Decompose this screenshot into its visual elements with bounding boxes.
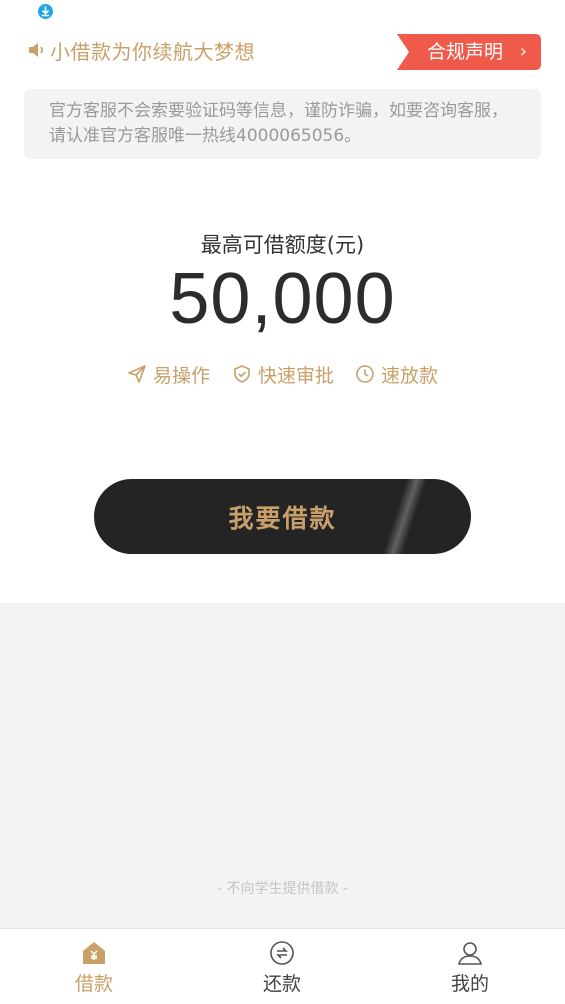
announcement-text: 小借款为你续航大梦想: [50, 40, 255, 64]
clock-icon: [356, 365, 374, 383]
notice-text: 官方客服不会索要验证码等信息，谨防诈骗，如要咨询客服，请认准官方客服唯一热线40…: [49, 101, 508, 146]
compliance-label: 合规声明: [427, 41, 504, 63]
shield-check-icon: [234, 365, 250, 383]
user-icon: [457, 942, 483, 965]
student-disclaimer: - 不向学生提供借款 -: [216, 881, 348, 897]
tab-label: 我的: [450, 973, 489, 995]
exchange-icon: [270, 941, 294, 965]
tab-repay[interactable]: 还款: [188, 929, 376, 1004]
chevron-right-icon: ›: [519, 41, 527, 62]
home-yuan-icon: [83, 942, 105, 964]
button-shine: [377, 479, 431, 554]
feature-label: 速放款: [381, 364, 439, 387]
feature-easy-operation: 易操作: [127, 360, 210, 388]
borrow-button[interactable]: 我要借款: [94, 479, 471, 554]
tab-label: 还款: [262, 973, 301, 995]
feature-label: 易操作: [153, 364, 211, 387]
bottom-tab-bar: 借款 还款 我的: [0, 928, 565, 1004]
feature-fast-approval: 快速审批: [232, 360, 334, 388]
feature-quick-disbursement: 速放款: [355, 360, 438, 388]
borrow-button-label: 我要借款: [228, 503, 337, 533]
limit-amount: 50,000: [169, 259, 396, 339]
tab-label: 借款: [74, 973, 113, 995]
tab-mine[interactable]: 我的: [376, 929, 564, 1004]
feature-label: 快速审批: [258, 364, 335, 387]
limit-title: 最高可借额度(元): [200, 233, 365, 257]
anti-fraud-notice: 官方客服不会索要验证码等信息，谨防诈骗，如要咨询客服，请认准官方客服唯一热线40…: [24, 89, 541, 159]
speaker-icon: [27, 40, 47, 60]
download-status-icon: [38, 4, 53, 19]
compliance-statement-button[interactable]: 合规声明 ›: [397, 34, 541, 70]
tab-borrow[interactable]: 借款: [0, 929, 188, 1004]
feature-list: 易操作 快速审批 速放款: [0, 360, 565, 388]
paper-plane-icon: [128, 365, 146, 383]
